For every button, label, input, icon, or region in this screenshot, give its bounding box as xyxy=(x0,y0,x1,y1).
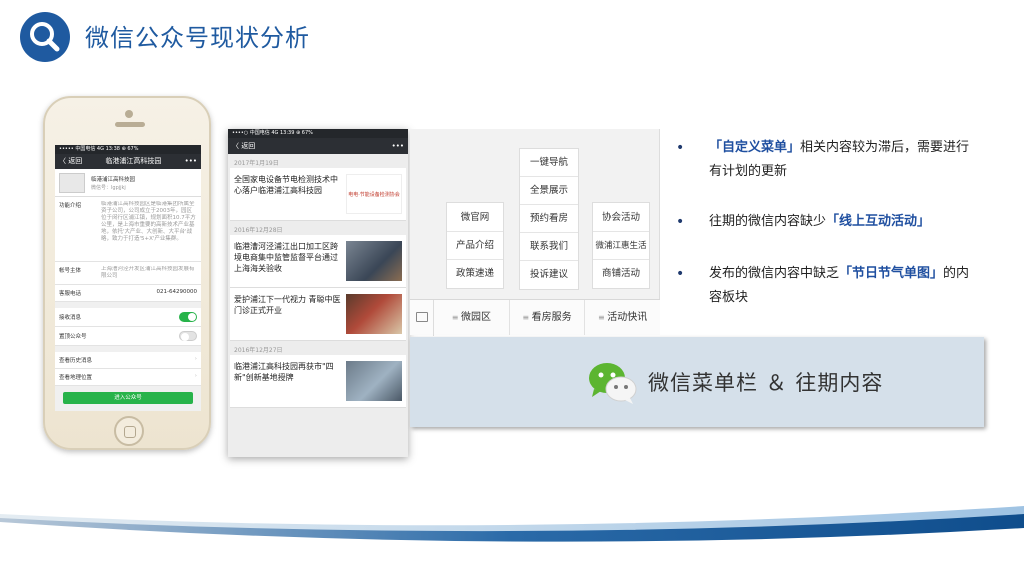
receive-toggle[interactable] xyxy=(179,312,197,322)
receive-row: 接收消息 xyxy=(55,308,201,327)
finding-highlight: 「线上互动活动」 xyxy=(826,214,931,229)
article-card[interactable]: 全国家电设备节电检测技术中心落户临港浦江高科技园 电电·节能设备检测协会 xyxy=(230,168,406,221)
bullet-icon: • xyxy=(676,140,685,156)
back-button[interactable]: 〈 返回 xyxy=(232,138,255,154)
top-label: 置顶公众号 xyxy=(59,334,87,340)
profile-name: 临港浦江高科技园 xyxy=(91,177,136,183)
nav-title: 临港浦江高科技园 xyxy=(105,157,162,165)
top-toggle[interactable] xyxy=(179,331,197,341)
article-title: 爱护浦江下一代视力 青聪中医门诊正式开业 xyxy=(234,295,341,315)
chevron-right-icon: › xyxy=(194,356,197,362)
article-title: 临港浦江高科技园再获市"四新"创新基地授牌 xyxy=(234,362,334,382)
finding-pre: 往期的微信内容缺少 xyxy=(709,214,827,229)
submenu-weiyuanqu: 微官网 产品介绍 政策速递 xyxy=(446,202,504,289)
search-icon xyxy=(20,12,70,62)
band-caption: 微信菜单栏 ＆ 往期内容 xyxy=(648,371,884,395)
history-label: 查看历史消息 xyxy=(59,358,93,364)
bullet-icon: • xyxy=(676,214,685,230)
article-date: 2017年1月19日 xyxy=(234,160,279,167)
finding-highlight: 「自定义菜单」 xyxy=(709,140,801,155)
article-title: 临港漕河泾浦江出口加工区跨境电商集中监管监督平台通过上海海关验收 xyxy=(234,242,338,273)
article-thumbnail xyxy=(346,294,402,334)
phone-screen-profile: ••••• 中国电信 4G 13:38 ⊕ 67% 〈 返回 临港浦江高科技园 … xyxy=(55,145,201,411)
submenu-kanfang: 一键导航 全景展示 预约看房 联系我们 投诉建议 xyxy=(519,148,579,290)
phone-screen-articles: ••••○ 中国电信 4G 13:39 ⊕ 67% 〈 返回 ••• 2017年… xyxy=(228,129,408,457)
nav-bar: 〈 返回 临港浦江高科技园 ••• xyxy=(55,154,201,169)
top-row: 置顶公众号 xyxy=(55,327,201,346)
back-button[interactable]: 〈 返回 xyxy=(59,154,82,169)
speaker-grille xyxy=(115,122,145,127)
menu-tab-huodong[interactable]: 活动快讯 xyxy=(585,300,660,335)
menu-tab-weiyuanqu[interactable]: 微园区 xyxy=(434,300,510,335)
article-thumbnail: 电电·节能设备检测协会 xyxy=(346,174,402,214)
location-row[interactable]: 查看地理位置 › xyxy=(55,369,201,386)
subject-text: 上海漕河泾开发区浦江高科技园发展有限公司 xyxy=(101,266,195,279)
article-card[interactable]: 爱护浦江下一代视力 青聪中医门诊正式开业 xyxy=(230,288,406,341)
menu-item[interactable]: 商铺活动 xyxy=(593,260,649,288)
menu-item[interactable]: 预约看房 xyxy=(520,205,578,233)
more-button[interactable]: ••• xyxy=(185,154,197,169)
finding-highlight: 「节日节气单图」 xyxy=(839,266,944,281)
history-row[interactable]: 查看历史消息 › xyxy=(55,352,201,369)
submenu-huodong: 协会活动 微浦江惠生活 商铺活动 xyxy=(592,202,650,289)
camera-icon xyxy=(125,110,133,118)
menu-tab-kanfang[interactable]: 看房服务 xyxy=(510,300,586,335)
menu-item[interactable]: 全景展示 xyxy=(520,177,578,205)
nav-bar: 〈 返回 ••• xyxy=(228,138,408,154)
menu-item[interactable]: 政策速递 xyxy=(447,260,503,288)
profile-header: 临港浦江高科技园 微信号：lgpjjkj xyxy=(55,169,201,197)
more-button[interactable]: ••• xyxy=(392,138,404,154)
intro-label: 功能介绍 xyxy=(59,203,82,209)
article-thumbnail xyxy=(346,241,402,281)
profile-id: 微信号：lgpjjkj xyxy=(91,185,126,191)
status-bar: ••••○ 中国电信 4G 13:39 ⊕ 67% xyxy=(228,129,408,138)
menu-item[interactable]: 协会活动 xyxy=(593,203,649,232)
home-button xyxy=(114,416,144,446)
status-bar: ••••• 中国电信 4G 13:38 ⊕ 67% xyxy=(55,145,201,154)
menu-item[interactable]: 微官网 xyxy=(447,203,503,232)
menu-bar: 微园区 看房服务 活动快讯 xyxy=(410,299,660,336)
subject-label: 帐号主体 xyxy=(59,268,82,274)
finding-pre: 发布的微信内容中缺乏 xyxy=(709,266,840,281)
keyboard-icon[interactable] xyxy=(410,300,434,336)
receive-label: 接收消息 xyxy=(59,315,82,321)
location-label: 查看地理位置 xyxy=(59,375,93,381)
intro-row: 功能介绍 临港浦江高科技园区是临港集团所属全资子公司，公司成立于2003年，园区… xyxy=(55,197,201,262)
menu-item[interactable]: 微浦江惠生活 xyxy=(593,232,649,260)
thumbnail-caption: 电电·节能设备检测协会 xyxy=(348,191,400,198)
article-card[interactable]: 临港漕河泾浦江出口加工区跨境电商集中监管监督平台通过上海海关验收 xyxy=(230,235,406,288)
page-title: 微信公众号现状分析 xyxy=(85,24,310,52)
phone-value: 021-64290000 xyxy=(156,289,197,295)
menu-item[interactable]: 投诉建议 xyxy=(520,261,578,289)
article-date: 2016年12月27日 xyxy=(234,347,283,354)
article-date: 2016年12月28日 xyxy=(234,227,283,234)
bullet-icon: • xyxy=(676,266,685,282)
subject-row[interactable]: 帐号主体 上海漕河泾开发区浦江高科技园发展有限公司 xyxy=(55,262,201,285)
article-card[interactable]: 临港浦江高科技园再获市"四新"创新基地授牌 xyxy=(230,355,406,408)
wechat-icon xyxy=(589,363,637,404)
menu-item[interactable]: 联系我们 xyxy=(520,233,578,261)
caption-band: 微信菜单栏 ＆ 往期内容 xyxy=(410,337,984,427)
chevron-right-icon: › xyxy=(194,373,197,379)
menu-item[interactable]: 一键导航 xyxy=(520,149,578,177)
intro-text: 临港浦江高科技园区是临港集团所属全资子公司，公司成立于2003年，园区位于闵行区… xyxy=(101,201,196,242)
article-thumbnail xyxy=(346,361,402,401)
article-title: 全国家电设备节电检测技术中心落户临港浦江高科技园 xyxy=(234,175,338,195)
phone-label: 客服电话 xyxy=(59,291,82,297)
menu-item[interactable]: 产品介绍 xyxy=(447,232,503,260)
enter-account-button[interactable]: 进入公众号 xyxy=(63,392,193,404)
account-logo xyxy=(59,173,85,193)
phone-row[interactable]: 客服电话 021-64290000 xyxy=(55,285,201,302)
bottom-swoosh-decoration xyxy=(0,506,1024,542)
wechat-custom-menu: 微官网 产品介绍 政策速递 一键导航 全景展示 预约看房 联系我们 投诉建议 协… xyxy=(410,129,660,336)
